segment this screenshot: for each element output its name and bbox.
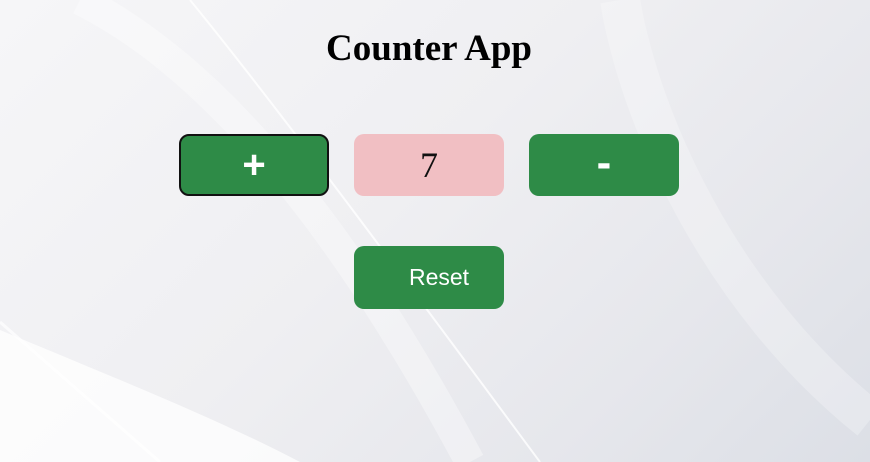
reset-button[interactable]: Reset [354,246,504,309]
page-title: Counter App [326,28,532,69]
decrement-button[interactable]: - [529,134,679,196]
increment-button[interactable]: + [179,134,329,196]
counter-value-display: 7 [354,134,504,196]
